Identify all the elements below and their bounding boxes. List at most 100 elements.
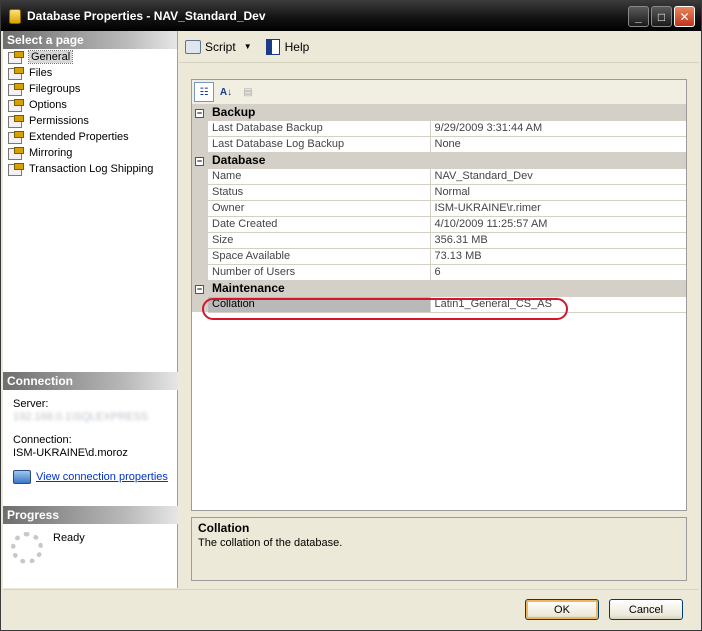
page-item-label: Files: [29, 67, 53, 79]
cancel-button[interactable]: Cancel: [609, 599, 683, 620]
property-grid: ☷ A↓ ▤ − Backup Last Database Backup 9/2…: [191, 79, 687, 511]
property-table: − Backup Last Database Backup 9/29/2009 …: [192, 104, 686, 313]
property-row[interactable]: Number of Users 6: [192, 264, 686, 281]
view-connection-properties-link[interactable]: View connection properties: [36, 471, 168, 484]
collapse-icon[interactable]: −: [195, 284, 204, 294]
connection-properties-icon: [13, 470, 31, 484]
server-label: Server:: [13, 398, 49, 410]
property-value: 6: [430, 264, 686, 281]
page-item-extended-properties[interactable]: Extended Properties: [3, 129, 177, 145]
property-value: Latin1_General_CS_AS: [430, 296, 686, 313]
category-label: Database: [208, 152, 686, 169]
connection-header: Connection: [3, 372, 178, 390]
categorized-view-icon[interactable]: ☷: [194, 82, 214, 102]
connection-section: Connection Server: 192.168.0.1\SQLEXPRES…: [3, 372, 178, 484]
property-name: Space Available: [208, 248, 431, 265]
page-item-label: General: [27, 50, 74, 64]
property-name: Name: [208, 168, 431, 185]
collapse-icon[interactable]: −: [195, 108, 204, 118]
connection-value: ISM-UKRAINE\d.moroz: [13, 447, 128, 459]
script-label: Script: [205, 39, 236, 54]
page-item-label: Options: [29, 99, 67, 111]
progress-section: Progress Ready: [3, 506, 178, 564]
page-item-label: Mirroring: [29, 147, 73, 159]
description-text: The collation of the database.: [198, 537, 343, 549]
server-value: 192.168.0.1\SQLEXPRESS: [13, 411, 149, 423]
progress-status: Ready: [53, 532, 85, 544]
property-value: 4/10/2009 11:25:57 AM: [430, 216, 686, 233]
property-row[interactable]: Last Database Log Backup None: [192, 136, 686, 153]
property-name: Last Database Log Backup: [208, 136, 431, 153]
page-item-options[interactable]: Options: [3, 97, 177, 113]
dialog-button-bar: OK Cancel: [3, 589, 699, 629]
category-row-backup[interactable]: − Backup: [192, 104, 686, 121]
close-button[interactable]: ✕: [674, 6, 695, 27]
page-icon: [7, 66, 24, 80]
database-properties-window: Database Properties - NAV_Standard_Dev _…: [0, 0, 702, 631]
help-label: Help: [284, 39, 310, 54]
category-row-maintenance[interactable]: − Maintenance: [192, 280, 686, 297]
page-list: General Files Filegroups Options Permiss…: [3, 49, 177, 177]
property-row-collation[interactable]: Collation Latin1_General_CS_AS: [192, 296, 686, 313]
page-item-permissions[interactable]: Permissions: [3, 113, 177, 129]
property-row[interactable]: Owner ISM-UKRAINE\r.rimer: [192, 200, 686, 217]
property-name: Status: [208, 184, 431, 201]
collapse-icon[interactable]: −: [195, 156, 204, 166]
page-item-label: Extended Properties: [29, 131, 129, 143]
page-icon: [7, 50, 24, 64]
page-item-mirroring[interactable]: Mirroring: [3, 145, 177, 161]
script-icon: [185, 39, 201, 54]
property-row[interactable]: Date Created 4/10/2009 11:25:57 AM: [192, 216, 686, 233]
page-icon: [7, 98, 24, 112]
property-name: Size: [208, 232, 431, 249]
property-name: Last Database Backup: [208, 120, 431, 137]
page-item-label: Permissions: [29, 115, 89, 127]
property-name: Owner: [208, 200, 431, 217]
help-button[interactable]: Help: [265, 38, 310, 55]
chevron-down-icon[interactable]: ▼: [244, 42, 252, 51]
page-icon: [7, 82, 24, 96]
category-label: Backup: [208, 104, 686, 121]
page-item-transaction-log-shipping[interactable]: Transaction Log Shipping: [3, 161, 177, 177]
property-row[interactable]: Size 356.31 MB: [192, 232, 686, 249]
page-icon: [7, 146, 24, 160]
description-panel: Collation The collation of the database.: [191, 517, 687, 581]
progress-spinner-icon: [11, 532, 43, 564]
maximize-button[interactable]: □: [651, 6, 672, 27]
page-item-general[interactable]: General: [3, 49, 177, 65]
property-value: 73.13 MB: [430, 248, 686, 265]
page-icon: [7, 114, 24, 128]
minimize-button[interactable]: _: [628, 6, 649, 27]
page-item-filegroups[interactable]: Filegroups: [3, 81, 177, 97]
right-pane: Script ▼ Help ☷ A↓ ▤ − Backup Last Datab…: [179, 31, 699, 588]
main-toolbar: Script ▼ Help: [179, 31, 699, 63]
property-row[interactable]: Status Normal: [192, 184, 686, 201]
select-page-header: Select a page: [3, 31, 177, 49]
category-row-database[interactable]: − Database: [192, 152, 686, 169]
title-bar[interactable]: Database Properties - NAV_Standard_Dev _…: [1, 1, 701, 31]
property-value: ISM-UKRAINE\r.rimer: [430, 200, 686, 217]
property-value: None: [430, 136, 686, 153]
window-controls: _ □ ✕: [628, 6, 695, 27]
property-value: Normal: [430, 184, 686, 201]
script-button[interactable]: Script ▼: [185, 39, 252, 54]
property-pages-icon[interactable]: ▤: [238, 82, 258, 102]
description-title: Collation: [198, 521, 250, 535]
help-icon: [265, 38, 280, 55]
page-item-label: Filegroups: [29, 83, 81, 95]
alphabetical-sort-icon[interactable]: A↓: [216, 82, 236, 102]
property-row[interactable]: Name NAV_Standard_Dev: [192, 168, 686, 185]
property-row[interactable]: Last Database Backup 9/29/2009 3:31:44 A…: [192, 120, 686, 137]
page-icon: [7, 130, 24, 144]
category-label: Maintenance: [208, 280, 686, 297]
property-value: NAV_Standard_Dev: [430, 168, 686, 185]
grid-toolbar: ☷ A↓ ▤: [192, 80, 686, 104]
progress-header: Progress: [3, 506, 178, 524]
property-row[interactable]: Space Available 73.13 MB: [192, 248, 686, 265]
page-item-files[interactable]: Files: [3, 65, 177, 81]
property-value: 356.31 MB: [430, 232, 686, 249]
property-name: Number of Users: [208, 264, 431, 281]
ok-button[interactable]: OK: [525, 599, 599, 620]
connection-label: Connection:: [13, 434, 72, 446]
window-title: Database Properties - NAV_Standard_Dev: [27, 9, 266, 23]
